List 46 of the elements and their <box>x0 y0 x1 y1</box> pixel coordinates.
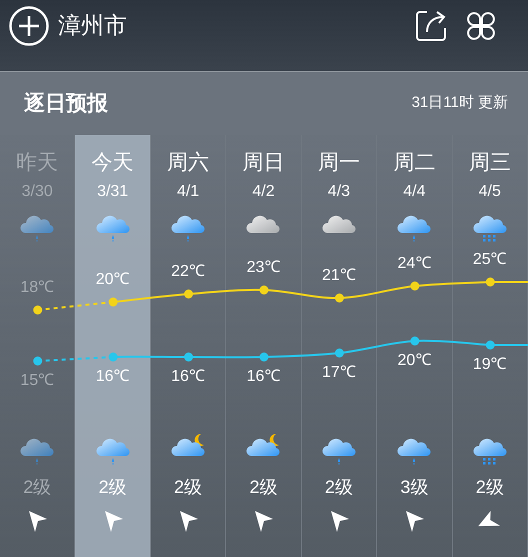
day-date: 4/3 <box>328 182 350 202</box>
high-temperature: 22℃ <box>170 262 206 282</box>
day-date: 4/5 <box>478 182 501 202</box>
day-date: 3/30 <box>22 182 53 202</box>
wind-level: 2级 <box>249 476 278 499</box>
low-temperature: 17℃ <box>321 363 357 383</box>
day-date: 3/31 <box>97 182 128 202</box>
day-name: 周日 <box>242 150 284 176</box>
day-name: 今天 <box>92 150 134 176</box>
wind-level: 2级 <box>98 476 127 499</box>
day-column[interactable]: 周二 4/4 24℃ 20℃ 3级 <box>377 135 453 557</box>
update-time: 31日11时 更新 <box>412 93 508 114</box>
day-name: 周六 <box>167 150 210 176</box>
menu-icon[interactable] <box>465 10 497 42</box>
day-name: 周二 <box>393 150 436 176</box>
city-name[interactable]: 漳州市 <box>58 8 127 43</box>
high-temperature: 18℃ <box>19 278 56 298</box>
wind-level: 2级 <box>324 476 353 499</box>
low-temperature: 15℃ <box>19 371 56 391</box>
low-temperature: 19℃ <box>472 355 508 375</box>
day-column[interactable]: 周三 4/5 25℃ 19℃ 2级 <box>452 135 528 557</box>
section-title: 逐日预报 <box>24 90 108 117</box>
day-name: 周三 <box>468 150 511 176</box>
wind-level: 3级 <box>400 476 428 499</box>
day-column[interactable]: 周日 4/2 23℃ 16℃ 2级 <box>226 135 302 557</box>
day-date: 4/4 <box>403 182 426 202</box>
share-icon[interactable] <box>415 10 447 42</box>
low-temperature: 20℃ <box>396 351 432 371</box>
day-date: 4/1 <box>176 182 200 202</box>
high-temperature: 21℃ <box>321 266 357 286</box>
wind-level: 2级 <box>23 476 52 499</box>
day-column[interactable]: 周一 4/3 21℃ 17℃ 2级 <box>302 135 378 557</box>
wind-level: 2级 <box>476 476 504 499</box>
high-temperature: 23℃ <box>246 258 282 278</box>
high-temperature: 20℃ <box>94 270 131 290</box>
day-column[interactable]: 周六 4/1 22℃ 16℃ 2级 <box>150 135 226 557</box>
add-icon[interactable] <box>9 6 49 46</box>
wind-level: 2级 <box>174 476 202 499</box>
day-name: 周一 <box>318 150 360 176</box>
low-temperature: 16℃ <box>246 367 282 387</box>
low-temperature: 16℃ <box>94 367 131 387</box>
high-temperature: 25℃ <box>472 250 508 270</box>
day-date: 4/2 <box>252 182 275 202</box>
low-temperature: 16℃ <box>170 367 206 387</box>
high-temperature: 24℃ <box>396 254 432 274</box>
day-name: 昨天 <box>16 150 58 176</box>
